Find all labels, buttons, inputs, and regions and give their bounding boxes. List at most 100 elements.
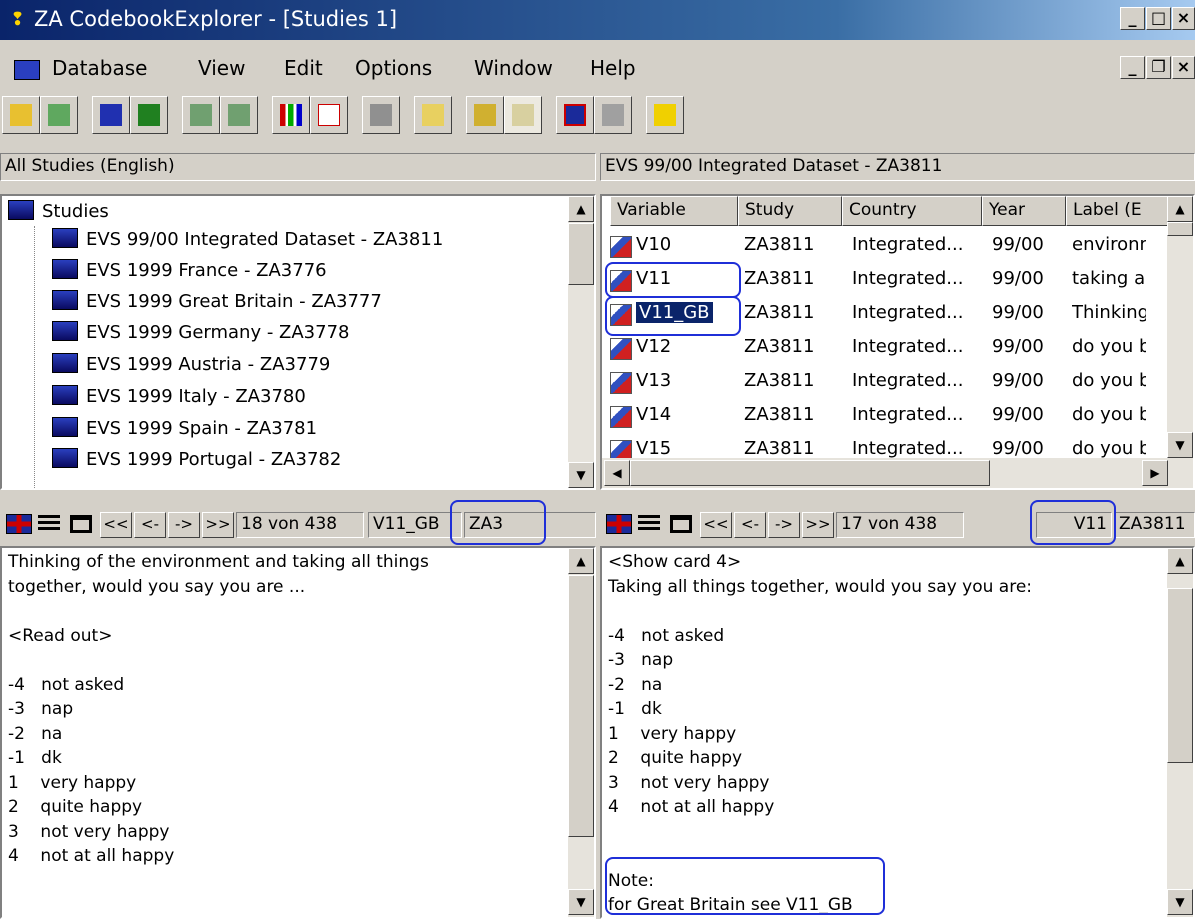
table-cell: ZA3811 [744, 234, 815, 255]
tree-item[interactable]: EVS 1999 Great Britain - ZA3777 [52, 290, 382, 318]
scroll-down-arrow-icon[interactable]: ▼ [568, 462, 594, 488]
text-scrollbar[interactable]: ▲ ▼ [1167, 548, 1193, 917]
document-a-icon[interactable] [182, 96, 220, 134]
table-row[interactable]: V13 ZA3811 Integrated... 99/00 do you b [602, 368, 1172, 398]
list-view-icon[interactable] [638, 515, 660, 533]
book-icon[interactable] [466, 96, 504, 134]
tree-item[interactable]: EVS 1999 Austria - ZA3779 [52, 353, 330, 381]
document-icon[interactable] [14, 60, 40, 80]
list-vscrollbar[interactable]: ▲ ▼ [1167, 196, 1193, 458]
open-folder-icon[interactable] [2, 96, 40, 134]
next-record-button[interactable]: -> [168, 512, 200, 538]
title-bar: ❢ ZA CodebookExplorer - [Studies 1] _ □ … [0, 0, 1195, 40]
menu-view[interactable]: View [198, 56, 245, 80]
variables-list: Variable Study Country Year Label (E V10… [600, 194, 1195, 490]
table-cell: Thinking [1072, 302, 1146, 323]
menu-options[interactable]: Options [355, 56, 432, 80]
previous-record-button[interactable]: <- [134, 512, 166, 538]
study-icon [52, 290, 78, 310]
table-row[interactable]: V10 ZA3811 Integrated... 99/00 environm [602, 232, 1172, 262]
tree-item-label: EVS 1999 Spain - ZA3781 [86, 418, 318, 439]
menu-help[interactable]: Help [590, 56, 636, 80]
tree-item[interactable]: EVS 1999 Portugal - ZA3782 [52, 448, 341, 476]
table-cell: do you b [1072, 370, 1146, 391]
help-icon[interactable] [646, 96, 684, 134]
next-record-button[interactable]: -> [768, 512, 800, 538]
text-scrollbar[interactable]: ▲ ▼ [568, 548, 594, 917]
scroll-thumb[interactable] [568, 223, 594, 285]
first-record-button[interactable]: << [700, 512, 732, 538]
tree-item[interactable]: EVS 99/00 Integrated Dataset - ZA3811 [52, 228, 443, 256]
menu-edit[interactable]: Edit [284, 56, 323, 80]
uk-flag-icon[interactable] [606, 514, 632, 534]
scroll-thumb[interactable] [568, 575, 594, 837]
uk-flag-icon[interactable] [6, 514, 32, 534]
scroll-thumb[interactable] [1167, 588, 1193, 763]
search-icon[interactable] [414, 96, 452, 134]
menu-window[interactable]: Window [474, 56, 553, 80]
study-icon [52, 321, 78, 341]
child-minimize-button[interactable]: _ [1120, 56, 1145, 79]
previous-record-button[interactable]: <- [734, 512, 766, 538]
open-document-icon[interactable] [40, 96, 78, 134]
child-close-button[interactable]: × [1172, 56, 1195, 79]
text-line: 1 very happy [8, 772, 137, 793]
pdf-icon[interactable] [310, 96, 348, 134]
column-header-label[interactable]: Label (E [1066, 196, 1176, 226]
scroll-right-arrow-icon[interactable]: ▶ [1142, 460, 1168, 486]
green-folder-icon[interactable] [130, 96, 168, 134]
list-view-icon[interactable] [38, 515, 60, 533]
column-header-variable[interactable]: Variable [610, 196, 738, 226]
wrench-icon[interactable] [594, 96, 632, 134]
scroll-up-arrow-icon[interactable]: ▲ [568, 196, 594, 222]
scroll-down-arrow-icon[interactable]: ▼ [1167, 432, 1193, 458]
table-cell: 99/00 [992, 336, 1044, 357]
scroll-down-arrow-icon[interactable]: ▼ [1167, 889, 1193, 915]
tree-item[interactable]: EVS 1999 Italy - ZA3780 [52, 385, 306, 413]
scroll-thumb[interactable] [1167, 222, 1193, 236]
scroll-up-arrow-icon[interactable]: ▲ [1167, 548, 1193, 574]
first-record-button[interactable]: << [100, 512, 132, 538]
text-line: -4 not asked [8, 674, 125, 695]
variable-cell: V13 [636, 370, 672, 391]
tree-item[interactable]: EVS 1999 France - ZA3776 [52, 259, 327, 287]
document-b-icon[interactable] [220, 96, 258, 134]
scroll-up-arrow-icon[interactable]: ▲ [568, 548, 594, 574]
uk-flag-icon[interactable] [556, 96, 594, 134]
child-restore-button[interactable]: ❐ [1146, 56, 1171, 79]
table-row[interactable]: V12 ZA3811 Integrated... 99/00 do you b [602, 334, 1172, 364]
variable-icon [610, 372, 632, 394]
table-cell: ZA3811 [744, 370, 815, 391]
columns-icon[interactable] [504, 96, 542, 134]
tree-item[interactable]: EVS 1999 Germany - ZA3778 [52, 321, 350, 349]
column-header-country[interactable]: Country [842, 196, 982, 226]
window-title: ZA CodebookExplorer - [Studies 1] [34, 7, 398, 31]
text-line: 2 quite happy [8, 797, 143, 817]
text-line: together, would you say you are ... [8, 576, 306, 597]
tree-scrollbar[interactable]: ▲ ▼ [568, 196, 594, 488]
maximize-button[interactable]: □ [1146, 7, 1171, 30]
scroll-down-arrow-icon[interactable]: ▼ [568, 889, 594, 915]
column-header-study[interactable]: Study [738, 196, 842, 226]
scroll-left-arrow-icon[interactable]: ◀ [604, 460, 630, 486]
tree-item[interactable]: EVS 1999 Spain - ZA3781 [52, 417, 317, 445]
text-line: 4 not at all happy [8, 846, 175, 866]
variable-icon [610, 406, 632, 428]
scroll-up-arrow-icon[interactable]: ▲ [1167, 196, 1193, 222]
window-view-icon[interactable] [670, 515, 692, 533]
last-record-button[interactable]: >> [802, 512, 834, 538]
list-hscrollbar[interactable]: ◀ ▶ [602, 458, 1193, 488]
minimize-button[interactable]: _ [1120, 7, 1145, 30]
blue-folder-icon[interactable] [92, 96, 130, 134]
window-view-icon[interactable] [70, 515, 92, 533]
menu-database[interactable]: Database [52, 56, 147, 80]
tree-root-studies[interactable]: Studies [8, 200, 109, 228]
column-header-year[interactable]: Year [982, 196, 1066, 226]
table-row[interactable]: V14 ZA3811 Integrated... 99/00 do you b [602, 402, 1172, 432]
print-icon[interactable] [362, 96, 400, 134]
app-icon: ❢ [10, 9, 26, 30]
close-button[interactable]: × [1172, 7, 1195, 30]
last-record-button[interactable]: >> [202, 512, 234, 538]
scroll-thumb[interactable] [630, 460, 990, 486]
bar-chart-icon[interactable] [272, 96, 310, 134]
